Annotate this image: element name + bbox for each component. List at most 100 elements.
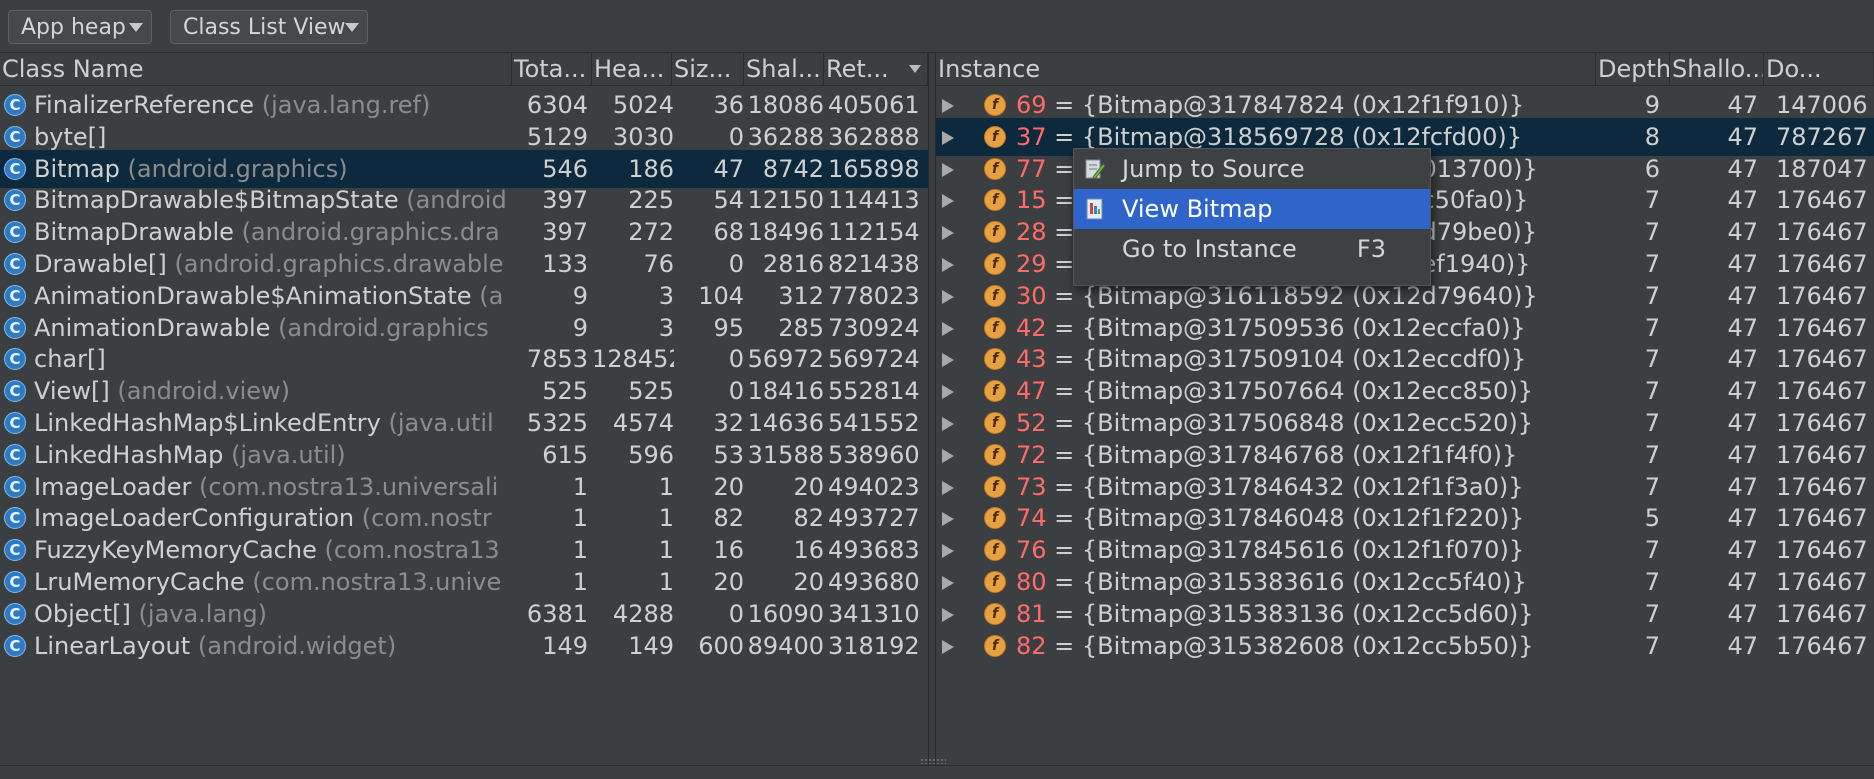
expand-arrow-icon[interactable] <box>942 130 954 145</box>
class-package: (com.nostra13 <box>324 536 500 565</box>
expand-arrow-icon[interactable] <box>942 258 954 272</box>
class-package: (com.nostra13.universali <box>199 472 499 501</box>
expand-arrow-icon[interactable] <box>942 576 954 590</box>
instance-value: = {Bitmap@315383136 (0x12cc5d60)} <box>1046 599 1534 628</box>
chevron-down-icon <box>345 23 359 32</box>
field-index: 15 <box>1016 186 1047 215</box>
class-icon: C <box>4 412 26 434</box>
field-icon: f <box>984 348 1006 371</box>
expand-arrow-icon[interactable] <box>942 544 954 559</box>
panel-splitter[interactable] <box>928 53 936 765</box>
expand-arrow-icon[interactable] <box>942 480 954 495</box>
expand-arrow-icon[interactable] <box>942 321 954 336</box>
expand-arrow-icon[interactable] <box>942 289 954 304</box>
chevron-down-icon <box>129 23 143 32</box>
view-select[interactable]: Class List View <box>170 10 368 44</box>
expand-arrow-icon[interactable] <box>942 639 954 654</box>
menu-view-bitmap[interactable]: View Bitmap <box>1074 189 1430 229</box>
instance-value: = {Bitmap@317509536 (0x12eccfa0)} <box>1046 313 1526 342</box>
field-icon: f <box>984 443 1006 466</box>
status-bar <box>0 765 1874 779</box>
size-of: 600 <box>698 631 744 660</box>
class-icon: C <box>4 94 26 116</box>
class-package: (android.graphics) <box>127 154 348 183</box>
class-list-header: Class Name Tota... Hea... Siz... Shal...… <box>0 53 928 86</box>
class-name: Drawable[] <box>34 250 167 278</box>
expand-arrow-icon[interactable] <box>942 194 954 209</box>
instance-value: = {Bitmap@315382608 (0x12cc5b50)} <box>1046 631 1534 660</box>
menu-view-bitmap-label: View Bitmap <box>1122 195 1273 223</box>
expand-arrow-icon[interactable] <box>942 162 954 177</box>
class-icon: C <box>4 507 26 530</box>
column-heap[interactable]: Hea... <box>592 53 672 85</box>
class-package: (android.view) <box>117 377 291 406</box>
field-index: 30 <box>1016 281 1047 310</box>
expand-arrow-icon[interactable] <box>942 385 954 400</box>
column-retained[interactable]: Ret... <box>824 53 928 85</box>
expand-arrow-icon[interactable] <box>942 99 954 113</box>
class-package: (com.nostra13.unive <box>252 568 502 596</box>
class-name: ImageLoader <box>34 472 192 501</box>
column-total[interactable]: Tota... <box>512 53 592 85</box>
heap-count: 149 <box>628 631 674 660</box>
menu-go-to-instance[interactable]: Go to Instance F3 <box>1074 229 1430 269</box>
column-shallow-size[interactable]: Shallo... <box>1670 53 1764 85</box>
class-icon: C <box>4 539 26 562</box>
heap-select[interactable]: App heap <box>8 10 152 44</box>
class-package: (android.graphics <box>278 313 489 342</box>
class-icon: C <box>4 380 26 403</box>
resize-grip-icon[interactable] <box>920 758 946 764</box>
class-icon: C <box>4 602 26 625</box>
column-dominating[interactable]: Do... <box>1764 53 1874 85</box>
column-class-name[interactable]: Class Name <box>0 53 512 85</box>
field-icon: f <box>984 507 1006 530</box>
class-row[interactable]: C LinearLayout (android.widget) 149 149 600 8… <box>0 627 928 665</box>
class-icon: C <box>4 253 26 275</box>
field-icon: f <box>984 157 1006 180</box>
view-select-label: Class List View <box>183 15 346 40</box>
class-package: (android <box>406 186 507 215</box>
expand-arrow-icon[interactable] <box>942 226 954 241</box>
column-shallow[interactable]: Shal... <box>744 53 824 85</box>
field-index: 73 <box>1016 472 1047 501</box>
class-name: BitmapDrawable <box>34 218 234 247</box>
class-icon: C <box>4 634 26 657</box>
context-menu: Jump to Source View Bitmap Go to Instanc… <box>1073 148 1431 286</box>
instance-value: = {Bitmap@317507664 (0x12ecc850)} <box>1046 377 1534 406</box>
class-package: (com.nostr <box>361 504 492 533</box>
field-index: 80 <box>1016 568 1047 596</box>
expand-arrow-icon[interactable] <box>942 448 954 463</box>
expand-arrow-icon[interactable] <box>942 512 954 527</box>
class-name: ImageLoaderConfiguration <box>34 504 355 533</box>
retained-size: 318192 <box>828 631 920 660</box>
expand-arrow-icon[interactable] <box>942 353 954 368</box>
heap-select-label: App heap <box>21 15 126 40</box>
column-retained-label: Ret... <box>826 55 889 83</box>
column-instance[interactable]: Instance <box>936 53 1596 85</box>
class-name: LruMemoryCache <box>34 568 245 596</box>
class-name: BitmapDrawable$BitmapState <box>34 186 399 215</box>
field-index: 29 <box>1016 250 1047 278</box>
class-name: LinkedHashMap <box>34 440 224 469</box>
class-icon: C <box>4 475 26 498</box>
class-package: (java.lang.ref) <box>261 91 431 119</box>
shallow-size: 89400 <box>747 631 824 660</box>
column-size[interactable]: Siz... <box>672 53 744 85</box>
field-icon: f <box>984 412 1006 434</box>
menu-jump-to-source[interactable]: Jump to Source <box>1074 149 1430 189</box>
field-icon: f <box>984 380 1006 403</box>
expand-arrow-icon[interactable] <box>942 417 954 431</box>
field-icon: f <box>984 634 1006 657</box>
expand-arrow-icon[interactable] <box>942 607 954 622</box>
field-index: 81 <box>1016 599 1047 628</box>
edit-source-icon <box>1085 159 1106 180</box>
field-index: 82 <box>1016 631 1047 660</box>
class-name: LinearLayout <box>34 631 191 660</box>
instance-dominating: 176467 <box>1776 631 1868 660</box>
instance-row[interactable]: f 82 = {Bitmap@315382608 (0x12cc5b50)} 7 47… <box>936 627 1874 665</box>
class-package: (java.lang) <box>138 599 267 628</box>
column-depth[interactable]: Depth <box>1596 53 1670 85</box>
field-index: 43 <box>1016 345 1047 374</box>
field-icon: f <box>984 221 1006 244</box>
class-package: (android.graphics.dra <box>241 218 500 247</box>
